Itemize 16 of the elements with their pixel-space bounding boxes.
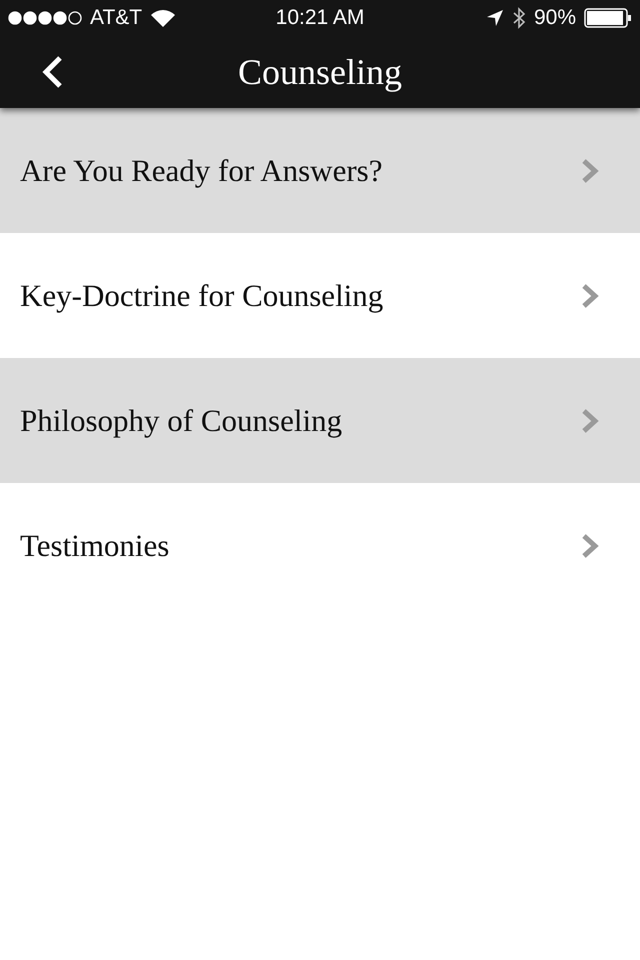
menu-item[interactable]: Are You Ready for Answers? [0,108,640,233]
back-chevron-icon [40,55,64,89]
signal-icon [8,10,82,24]
chevron-icon [580,532,600,558]
chevron-icon [580,408,600,434]
screen-title: Counseling [238,50,402,92]
battery-icon [584,8,632,28]
bluetooth-icon [512,6,526,28]
location-arrow-icon [486,8,504,26]
clock-time: 10:21 AM [276,6,364,30]
wifi-icon [150,8,176,28]
menu-item[interactable]: Philosophy of Counseling [0,358,640,483]
chevron-icon [580,158,600,184]
battery-percent: 90% [534,6,576,30]
chevron-icon [580,282,600,308]
carrier-name: AT&T [90,6,142,30]
